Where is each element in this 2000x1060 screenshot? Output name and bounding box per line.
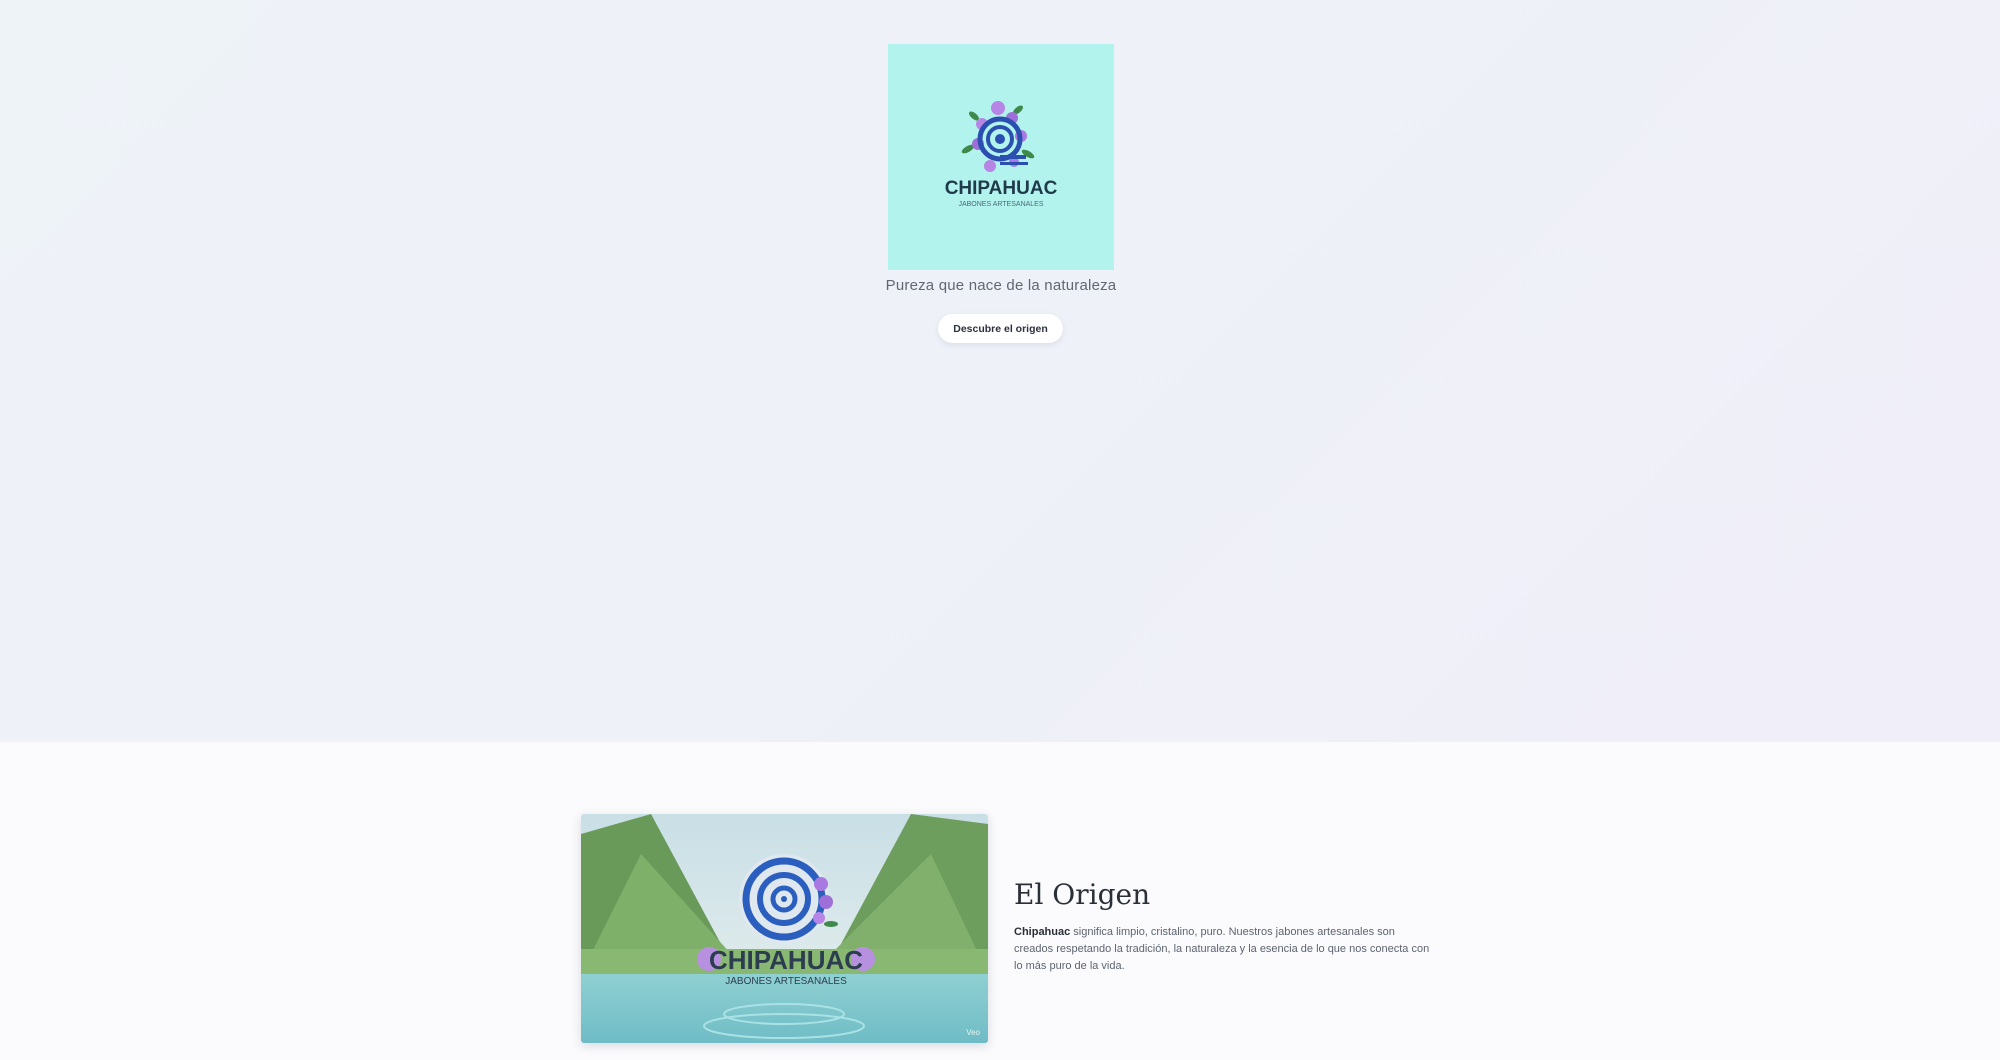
brand-logo: CHIPAHUAC JABONES ARTESANALES xyxy=(888,44,1114,270)
brand-name-bold: Chipahuac xyxy=(1014,926,1071,938)
svg-text:JABONES ARTESANALES: JABONES ARTESANALES xyxy=(725,976,847,987)
svg-text:CHIPAHUAC: CHIPAHUAC xyxy=(709,945,863,975)
discover-origin-button[interactable]: Descubre el origen xyxy=(938,314,1063,343)
origin-description-body: significa limpio, cristalino, puro. Nues… xyxy=(1014,926,1430,972)
spiral-flowers-logo-icon: CHIPAHUAC JABONES ARTESANALES xyxy=(945,101,1058,208)
origin-description: Chipahuac significa limpio, cristalino, … xyxy=(1014,924,1434,975)
origin-section xyxy=(0,742,2000,1060)
svg-text:JABONES ARTESANALES: JABONES ARTESANALES xyxy=(958,201,1043,208)
mountain-lake-logo-icon: CHIPAHUAC JABONES ARTESANALES xyxy=(581,814,988,1043)
hero-tagline: Pureza que nace de la naturaleza xyxy=(885,277,1117,294)
svg-text:CHIPAHUAC: CHIPAHUAC xyxy=(945,178,1058,199)
origin-title: El Origen xyxy=(1014,878,1151,911)
image-watermark: Veo xyxy=(966,1028,980,1037)
origin-image: CHIPAHUAC JABONES ARTESANALES Veo xyxy=(581,814,988,1043)
